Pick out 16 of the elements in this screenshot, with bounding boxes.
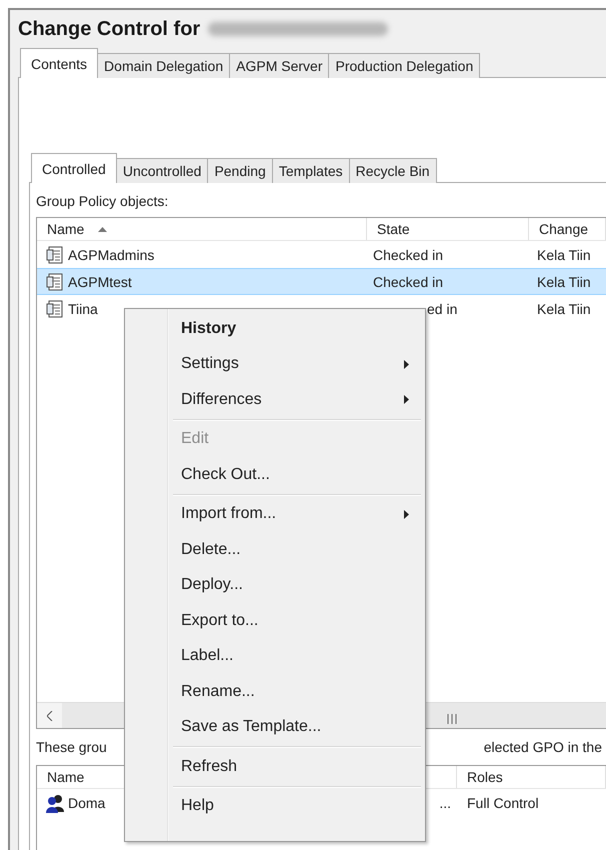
list-label: Group Policy objects: [36,193,170,211]
description-text: elected GPO in the [484,739,602,755]
window-title: Change Control for [18,18,200,40]
table-cell-text: Checked in [372,246,444,262]
table-cell-text: Kela Tiin [536,246,592,262]
table-cell-text: Kela Tiin [536,300,592,316]
table-cell: Tiina [67,300,98,316]
table-cell-text: ed in [426,300,458,316]
table-cell: AGPMadmins [67,246,154,262]
description-text: These grou [36,739,107,755]
table-cell-text: Kela Tiin [536,274,592,290]
table-cell: AGPMtest [67,274,132,290]
table-cell-text: Full Control [466,794,540,810]
table-cell: Doma [67,794,106,810]
table-cell-text: ... [438,794,451,810]
table-cell-text: Checked in [372,274,444,290]
